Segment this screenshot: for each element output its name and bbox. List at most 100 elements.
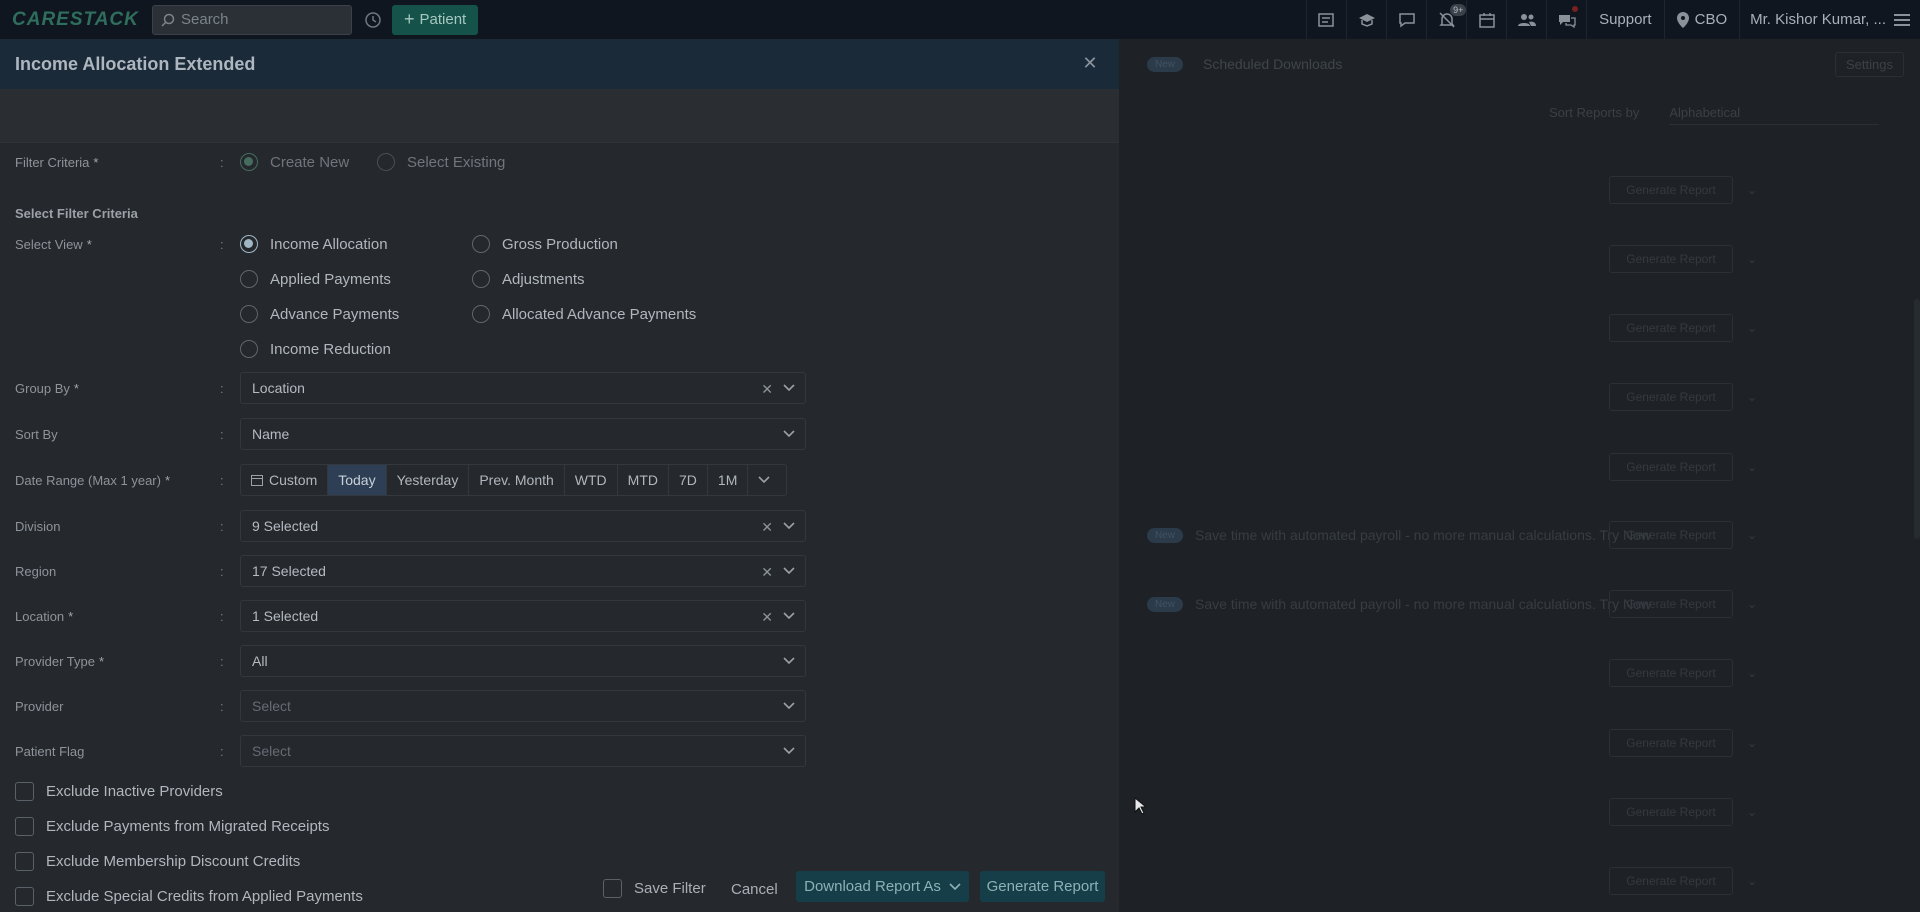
select-placeholder: Select <box>252 698 291 714</box>
location-selector[interactable]: CBO <box>1663 0 1740 39</box>
radio-allocated-advance-payments[interactable]: Allocated Advance Payments <box>472 305 696 323</box>
radio-label: Gross Production <box>502 235 618 253</box>
background-reports-page: New Scheduled Downloads Settings Sort Re… <box>1119 39 1920 912</box>
user-menu[interactable]: Mr. Kishor Kumar, ... <box>1739 0 1920 39</box>
close-icon[interactable]: ✕ <box>1080 53 1100 73</box>
download-report-button[interactable]: Download Report As <box>796 871 969 902</box>
support-link[interactable]: Support <box>1586 0 1664 39</box>
date-option-yesterday[interactable]: Yesterday <box>387 465 470 495</box>
generate-report-button: Generate Report <box>1609 383 1733 411</box>
new-pill: New <box>1147 596 1184 612</box>
radio-adjustments[interactable]: Adjustments <box>472 270 585 288</box>
select-view-label: Select View * <box>15 237 92 252</box>
provider-type-select[interactable]: All <box>240 645 806 677</box>
chevron-down-icon[interactable] <box>783 384 795 392</box>
generate-report-button: Generate Report <box>1609 867 1733 895</box>
radio-income-allocation[interactable]: Income Allocation <box>240 235 388 253</box>
generate-report-button: Generate Report <box>1609 314 1733 342</box>
background-tabs: New Scheduled Downloads Settings <box>1119 39 1920 89</box>
checkbox-label: Exclude Payments from Migrated Receipts <box>46 818 330 835</box>
provider-select[interactable]: Select <box>240 690 806 722</box>
radio-income-reduction[interactable]: Income Reduction <box>240 340 391 358</box>
hamburger-menu-icon[interactable] <box>1894 13 1910 27</box>
chevron-down-icon[interactable] <box>783 612 795 620</box>
date-option-7d[interactable]: 7D <box>669 465 708 495</box>
global-search-input[interactable]: Search <box>152 4 352 35</box>
clear-icon[interactable]: ✕ <box>761 519 773 536</box>
search-placeholder: Search <box>181 11 229 28</box>
date-option-1m[interactable]: 1M <box>708 465 749 495</box>
group-by-select[interactable]: Location ✕ <box>240 372 806 404</box>
users-icon[interactable] <box>1506 0 1546 39</box>
more-date-options[interactable] <box>748 465 786 495</box>
region-select[interactable]: 17 Selected ✕ <box>240 555 806 587</box>
history-icon[interactable] <box>362 9 384 31</box>
chat-icon[interactable] <box>1386 0 1426 39</box>
radio-label: Select Existing <box>407 153 506 171</box>
location-pin-icon <box>1676 11 1689 28</box>
radio-circle <box>472 305 490 323</box>
clear-icon[interactable]: ✕ <box>761 609 773 626</box>
division-select[interactable]: 9 Selected ✕ <box>240 510 806 542</box>
clear-icon[interactable]: ✕ <box>761 564 773 581</box>
patient-flag-select[interactable]: Select <box>240 735 806 767</box>
filter-criteria-bar <box>0 89 1119 143</box>
carestack-logo[interactable]: CARESTACK <box>0 9 150 31</box>
calendar-icon[interactable] <box>1466 0 1506 39</box>
report-row: Generate Report ⌄ <box>1147 729 1887 757</box>
chevron-down-icon[interactable] <box>783 522 795 530</box>
division-label: Division <box>15 519 61 534</box>
sort-by-select[interactable]: Name <box>240 418 806 450</box>
save-filter-label: Save Filter <box>634 880 706 897</box>
save-filter-checkbox[interactable]: Save Filter <box>603 879 706 898</box>
chevron-down-icon[interactable] <box>783 430 795 438</box>
add-patient-button[interactable]: + Patient <box>392 4 479 35</box>
radio-advance-payments[interactable]: Advance Payments <box>240 305 399 323</box>
location-select[interactable]: 1 Selected ✕ <box>240 600 806 632</box>
messages-icon[interactable] <box>1546 0 1586 39</box>
radio-label: Allocated Advance Payments <box>502 305 697 323</box>
chevron-down-icon: ⌄ <box>1747 390 1758 404</box>
checkbox-box <box>15 817 34 836</box>
radio-circle <box>472 270 490 288</box>
clear-icon[interactable]: ✕ <box>761 381 773 398</box>
tasks-icon[interactable] <box>1306 0 1346 39</box>
search-icon <box>161 13 175 27</box>
cancel-button[interactable]: Cancel <box>731 881 778 898</box>
chevron-down-icon[interactable] <box>783 702 795 710</box>
generate-report-button: Generate Report <box>1609 659 1733 687</box>
radio-circle <box>240 270 258 288</box>
radio-select-existing[interactable]: Select Existing <box>377 153 505 171</box>
chevron-down-icon[interactable] <box>783 567 795 575</box>
chevron-down-icon: ⌄ <box>1747 736 1758 750</box>
date-option-mtd[interactable]: MTD <box>618 465 669 495</box>
mouse-cursor-icon <box>1134 797 1146 815</box>
group-by-label: Group By * <box>15 381 79 396</box>
radio-circle <box>240 340 258 358</box>
date-option-wtd[interactable]: WTD <box>565 465 618 495</box>
user-name: Mr. Kishor Kumar, ... <box>1750 11 1886 28</box>
exclude-inactive-providers-checkbox[interactable]: Exclude Inactive Providers <box>15 782 223 801</box>
modal-title: Income Allocation Extended <box>15 53 256 74</box>
chevron-down-icon <box>758 476 770 484</box>
exclude-migrated-receipts-checkbox[interactable]: Exclude Payments from Migrated Receipts <box>15 817 329 836</box>
exclude-membership-discount-checkbox[interactable]: Exclude Membership Discount Credits <box>15 852 300 871</box>
radio-create-new[interactable]: Create New <box>240 153 349 171</box>
provider-label: Provider <box>15 699 64 714</box>
date-option-custom[interactable]: Custom <box>241 465 329 495</box>
promo-text: Save time with automated payroll - no mo… <box>1195 527 1651 543</box>
radio-applied-payments[interactable]: Applied Payments <box>240 270 391 288</box>
chevron-down-icon: ⌄ <box>1747 321 1758 335</box>
report-row: Generate Report ⌄ <box>1147 245 1887 273</box>
chevron-down-icon[interactable] <box>783 657 795 665</box>
chevron-down-icon[interactable] <box>783 747 795 755</box>
generate-report-button[interactable]: Generate Report <box>980 871 1105 902</box>
notifications-muted-icon[interactable]: 9+ <box>1426 0 1467 39</box>
colon-separator: : <box>220 155 224 170</box>
date-range-label: Date Range (Max 1 year) * <box>15 473 171 488</box>
chevron-down-icon <box>949 882 961 890</box>
date-option-prev-month[interactable]: Prev. Month <box>469 465 565 495</box>
radio-gross-production[interactable]: Gross Production <box>472 235 618 253</box>
academy-icon[interactable] <box>1346 0 1386 39</box>
date-option-today[interactable]: Today <box>328 465 387 495</box>
